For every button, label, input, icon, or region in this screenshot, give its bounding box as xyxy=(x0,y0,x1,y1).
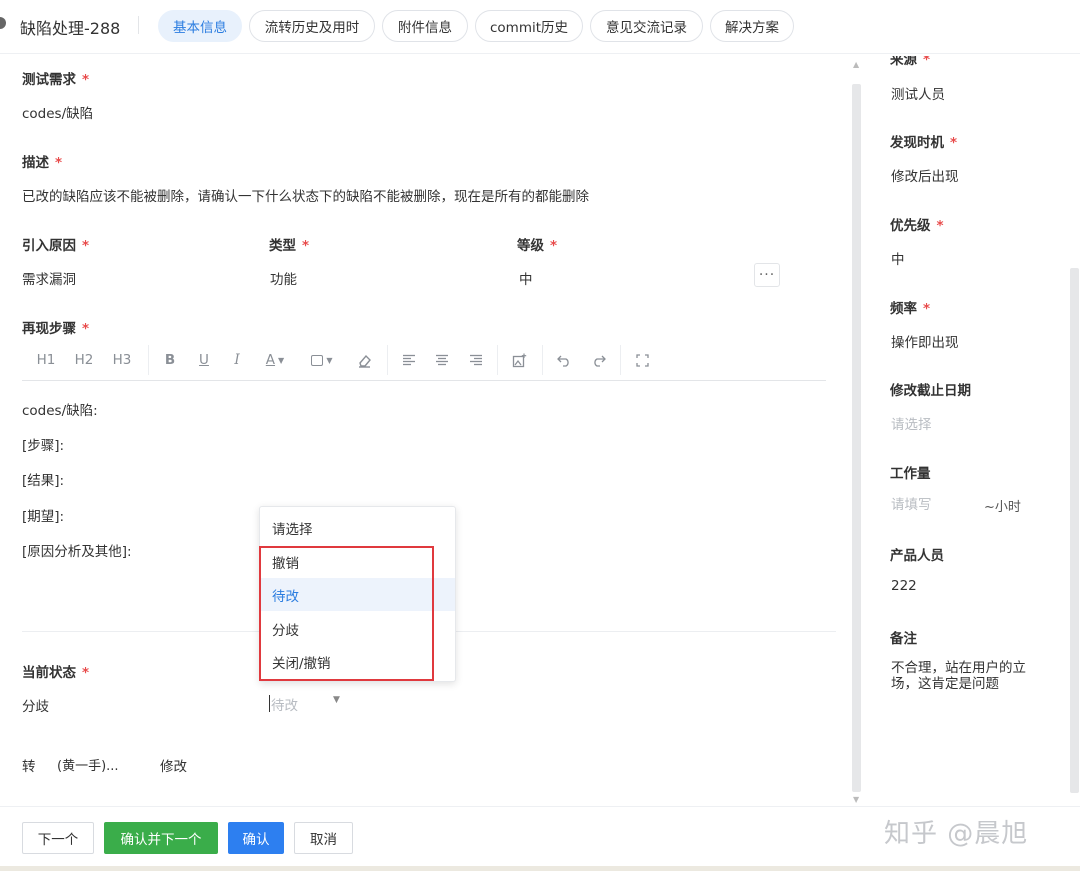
cancel-button[interactable]: 取消 xyxy=(294,822,353,854)
align-right-icon[interactable] xyxy=(466,349,486,371)
product-value[interactable]: 222 xyxy=(891,578,917,594)
footer-bar: 下一个 确认并下一个 确认 取消 知乎 @晨旭 xyxy=(0,806,1080,871)
found-value[interactable]: 修改后出现 xyxy=(891,165,959,185)
dropdown-option[interactable]: 请选择 xyxy=(260,511,455,544)
priority-label: 优先级 * xyxy=(890,218,944,234)
main-form: 测试需求 * codes/缺陷 描述 * 已改的缺陷应该不能被删除，请确认一下什么状… xyxy=(0,56,850,806)
source-label: 来源 * xyxy=(890,56,931,68)
deadline-input[interactable]: 请选择 xyxy=(891,413,932,433)
page-title: 缺陷处理-288 xyxy=(20,19,121,38)
tab-flow-history[interactable]: 流转历史及用时 xyxy=(249,10,375,42)
priority-value[interactable]: 中 xyxy=(891,248,905,268)
confirm-next-button[interactable]: 确认并下一个 xyxy=(104,822,218,854)
steps-label: 再现步骤 * xyxy=(22,321,90,337)
status-value: 分歧 xyxy=(22,699,49,715)
type-label: 类型 * xyxy=(269,238,310,254)
transfer-label: 转 xyxy=(22,759,36,775)
h3-button[interactable]: H3 xyxy=(108,349,136,371)
insert-image-icon[interactable] xyxy=(509,349,529,371)
more-options-button[interactable]: ··· xyxy=(754,263,780,287)
main-scrollbar-thumb[interactable] xyxy=(852,84,861,792)
desc-label: 描述 * xyxy=(22,155,63,171)
edit-link[interactable]: 修改 xyxy=(160,755,187,775)
chevron-down-icon: ▼ xyxy=(333,695,340,705)
tab-commit-history[interactable]: commit历史 xyxy=(475,10,583,42)
align-center-icon[interactable] xyxy=(432,349,452,371)
toolbar-divider xyxy=(387,345,388,375)
italic-icon[interactable]: I xyxy=(227,349,247,371)
workload-input[interactable]: 请填写 xyxy=(891,493,932,513)
watermark: 知乎 @晨旭 xyxy=(884,819,1029,849)
fullscreen-icon[interactable] xyxy=(632,349,652,371)
bold-icon[interactable]: B xyxy=(160,349,180,371)
eraser-icon[interactable] xyxy=(354,349,374,371)
test-req-label: 测试需求 * xyxy=(22,72,90,88)
toolbar-divider xyxy=(497,345,498,375)
tab-attachments[interactable]: 附件信息 xyxy=(382,10,468,42)
freq-label: 频率 * xyxy=(890,301,931,317)
h1-button[interactable]: H1 xyxy=(32,349,60,371)
tab-solution[interactable]: 解决方案 xyxy=(710,10,794,42)
toolbar-divider xyxy=(148,345,149,375)
notes-label: 备注 xyxy=(890,631,917,647)
scroll-up-icon[interactable]: ▲ xyxy=(853,60,859,69)
toolbar-divider xyxy=(620,345,621,375)
product-label: 产品人员 xyxy=(890,548,944,564)
tab-comments[interactable]: 意见交流记录 xyxy=(590,10,703,42)
cause-label: 引入原因 * xyxy=(22,238,90,254)
background-color-icon[interactable]: ▼ xyxy=(307,349,337,371)
side-panel: 来源 * 测试人员 发现时机 * 修改后出现 优先级 * 中 频率 * 操作即出现 修改… xyxy=(864,56,1080,806)
bottom-edge xyxy=(0,866,1080,871)
level-label: 等级 * xyxy=(517,238,558,254)
confirm-button[interactable]: 确认 xyxy=(228,822,284,854)
cause-value[interactable]: 需求漏洞 xyxy=(22,268,76,288)
h2-button[interactable]: H2 xyxy=(70,349,98,371)
align-left-icon[interactable] xyxy=(399,349,419,371)
text-cursor xyxy=(269,695,270,712)
workload-unit: ~小时 xyxy=(984,500,1021,515)
divider xyxy=(138,16,139,34)
desc-value[interactable]: 已改的缺陷应该不能被删除，请确认一下什么状态下的缺陷不能被删除，现在是所有的都能… xyxy=(22,185,589,205)
tab-basic-info[interactable]: 基本信息 xyxy=(158,10,242,42)
workload-label: 工作量 xyxy=(890,466,931,482)
editor-line[interactable]: [原因分析及其他]: xyxy=(22,540,132,560)
next-button[interactable]: 下一个 xyxy=(22,822,94,854)
scroll-down-icon[interactable]: ▼ xyxy=(853,795,859,804)
level-value[interactable]: 中 xyxy=(519,268,533,288)
redo-icon[interactable] xyxy=(588,349,608,371)
editor-line[interactable]: [步骤]: xyxy=(22,434,64,454)
toolbar-divider xyxy=(542,345,543,375)
type-value[interactable]: 功能 xyxy=(270,268,297,288)
editor-line[interactable]: [期望]: xyxy=(22,505,64,525)
font-color-icon[interactable]: A ▼ xyxy=(260,349,290,371)
back-icon[interactable] xyxy=(0,17,6,29)
editor-toolbar: H1 H2 H3 B U I A ▼ ▼ xyxy=(22,341,826,381)
source-value[interactable]: 测试人员 xyxy=(891,83,945,103)
header-bar: 缺陷处理-288 基本信息 流转历史及用时 附件信息 commit历史 意见交流… xyxy=(0,0,1080,54)
found-label: 发现时机 * xyxy=(890,135,958,151)
underline-icon[interactable]: U xyxy=(194,349,214,371)
editor-line[interactable]: [结果]: xyxy=(22,469,64,489)
status-label: 当前状态 * xyxy=(22,665,90,681)
side-scrollbar[interactable] xyxy=(1070,268,1079,793)
status-select[interactable]: 待改 ▼ xyxy=(269,694,359,714)
test-req-value[interactable]: codes/缺陷 xyxy=(22,102,93,122)
undo-icon[interactable] xyxy=(554,349,574,371)
highlight-annotation-box xyxy=(259,546,434,681)
freq-value[interactable]: 操作即出现 xyxy=(891,331,959,351)
notes-value[interactable]: 不合理，站在用户的立场，这肯定是问题 xyxy=(891,660,1041,692)
deadline-label: 修改截止日期 xyxy=(890,383,971,399)
transfer-value[interactable]: (黄一手)... xyxy=(57,755,119,774)
editor-line[interactable]: codes/缺陷: xyxy=(22,399,98,419)
